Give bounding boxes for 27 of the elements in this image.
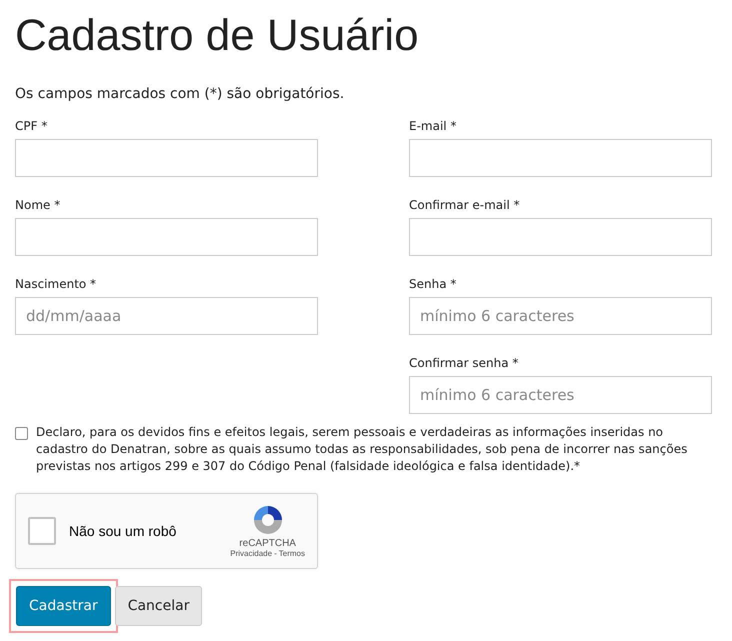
- input-field[interactable]: [409, 218, 712, 256]
- input-field[interactable]: mínimo 6 caracteres: [409, 376, 712, 414]
- field-label: E-mail *: [409, 118, 458, 135]
- input-field[interactable]: mínimo 6 caracteres: [409, 297, 712, 335]
- checkbox[interactable]: [15, 427, 28, 440]
- field-label: Confirmar senha *: [409, 355, 520, 372]
- privacy-link[interactable]: Privacidade: [230, 549, 272, 558]
- captcha-label: Não sou um robô: [69, 523, 178, 539]
- input-field[interactable]: [409, 139, 712, 177]
- field-label: Nome *: [15, 197, 62, 214]
- submit-button[interactable]: Cadastrar: [16, 586, 111, 626]
- declaration-text: Declaro, para os devidos fins e efeitos legais, serem pessoais e verdadeiras as informações inseridas no cadastro do Denatran, sobre as quais assumo todas as responsabilidades, sob pena de incorrer nas sanções previstas nos artigos 299 e 307 do Código Penal (falsidade ideológica e falsa identidade).*: [36, 424, 688, 475]
- recaptcha-logo-icon: [252, 504, 284, 536]
- field-label: Confirmar e-mail *: [409, 197, 521, 214]
- field-label: CPF *: [15, 118, 48, 135]
- field-label: Nascimento *: [15, 276, 98, 293]
- cancel-button[interactable]: Cancelar: [114, 586, 202, 626]
- captcha-checkbox[interactable]: [28, 517, 56, 545]
- field-label: Senha *: [409, 276, 458, 293]
- input-field[interactable]: [15, 218, 318, 256]
- link-separator: -: [274, 549, 277, 558]
- page-title: Cadastro de Usuário: [15, 10, 420, 62]
- input-field[interactable]: [15, 139, 318, 177]
- input-field[interactable]: dd/mm/aaaa: [15, 297, 318, 335]
- terms-link[interactable]: Termos: [278, 549, 305, 558]
- required-note: Os campos marcados com (*) são obrigatórios.: [15, 86, 346, 102]
- captcha-brand: reCAPTCHA: [239, 538, 296, 549]
